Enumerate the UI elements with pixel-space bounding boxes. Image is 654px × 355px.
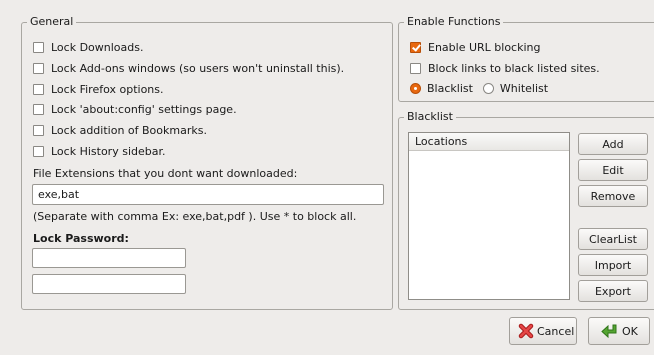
- ok-button[interactable]: OK: [588, 317, 650, 345]
- lock-addons-option[interactable]: Lock Add-ons windows (so users won't uni…: [33, 60, 344, 76]
- cancel-button[interactable]: Cancel: [509, 317, 577, 345]
- ok-button-label: OK: [622, 324, 638, 338]
- general-group-title: General: [27, 15, 77, 28]
- blacklist-radio[interactable]: [410, 82, 421, 94]
- lock-bookmarks-checkbox[interactable]: [33, 124, 44, 136]
- extensions-hint: (Separate with comma Ex: exe,bat,pdf ). …: [33, 209, 357, 223]
- extensions-label: File Extensions that you dont want downl…: [33, 166, 298, 180]
- lock-downloads-option[interactable]: Lock Downloads.: [33, 39, 144, 55]
- lock-firefox-options-option[interactable]: Lock Firefox options.: [33, 81, 164, 97]
- locations-column-header[interactable]: Locations: [409, 133, 569, 151]
- cancel-x-icon: [518, 323, 534, 339]
- lock-history-label: Lock History sidebar.: [51, 144, 166, 158]
- lock-downloads-checkbox[interactable]: [33, 41, 44, 53]
- blacklist-title: Blacklist: [404, 110, 456, 123]
- add-button[interactable]: Add: [578, 133, 648, 155]
- clearlist-button[interactable]: ClearList: [578, 228, 648, 250]
- edit-button[interactable]: Edit: [578, 159, 648, 181]
- locations-column-header-label: Locations: [415, 135, 468, 148]
- password-label: Lock Password:: [33, 231, 129, 245]
- extensions-input-value: exe,bat: [38, 188, 80, 201]
- whitelist-radio-label: Whitelist: [499, 81, 549, 95]
- lock-about-config-checkbox[interactable]: [33, 103, 44, 115]
- enable-functions-group: Enable Functions Enable URL blocking Blo…: [398, 15, 654, 102]
- lock-firefox-options-checkbox[interactable]: [33, 83, 44, 95]
- block-links-label: Block links to black listed sites.: [428, 61, 600, 75]
- import-button[interactable]: Import: [578, 254, 648, 276]
- lock-bookmarks-option[interactable]: Lock addition of Bookmarks.: [33, 122, 207, 138]
- password-input[interactable]: [32, 248, 186, 268]
- lock-addons-checkbox[interactable]: [33, 62, 44, 74]
- enable-url-blocking-checkbox[interactable]: [410, 41, 421, 53]
- lock-bookmarks-label: Lock addition of Bookmarks.: [51, 123, 207, 137]
- password-confirm-input[interactable]: [32, 274, 186, 294]
- block-links-option[interactable]: Block links to black listed sites.: [410, 60, 600, 76]
- extensions-input[interactable]: exe,bat: [32, 184, 384, 205]
- export-button[interactable]: Export: [578, 280, 648, 302]
- green-arrow-icon: [601, 323, 619, 339]
- general-group: General Lock Downloads. Lock Add-ons win…: [21, 15, 393, 310]
- lock-history-checkbox[interactable]: [33, 145, 44, 157]
- lock-addons-label: Lock Add-ons windows (so users won't uni…: [51, 61, 345, 75]
- enable-url-blocking-label: Enable URL blocking: [428, 40, 541, 54]
- whitelist-radio[interactable]: [482, 82, 494, 94]
- lock-downloads-label: Lock Downloads.: [51, 40, 144, 54]
- enable-url-blocking-option[interactable]: Enable URL blocking: [410, 39, 540, 55]
- lock-history-option[interactable]: Lock History sidebar.: [33, 143, 165, 159]
- list-mode-radio-group: Blacklist Whitelist: [410, 80, 548, 96]
- remove-button[interactable]: Remove: [578, 185, 648, 207]
- cancel-button-label: Cancel: [537, 324, 575, 338]
- blacklist-radio-label: Blacklist: [427, 81, 473, 95]
- enable-functions-title: Enable Functions: [404, 15, 504, 28]
- lock-about-config-label: Lock 'about:config' settings page.: [51, 102, 237, 116]
- blacklist-locations-list[interactable]: Locations: [408, 132, 570, 300]
- blacklist-group: Blacklist Locations Add Edit Remove Clea…: [398, 110, 654, 310]
- block-links-checkbox[interactable]: [410, 62, 421, 74]
- lock-firefox-options-label: Lock Firefox options.: [51, 82, 164, 96]
- lock-about-config-option[interactable]: Lock 'about:config' settings page.: [33, 101, 237, 117]
